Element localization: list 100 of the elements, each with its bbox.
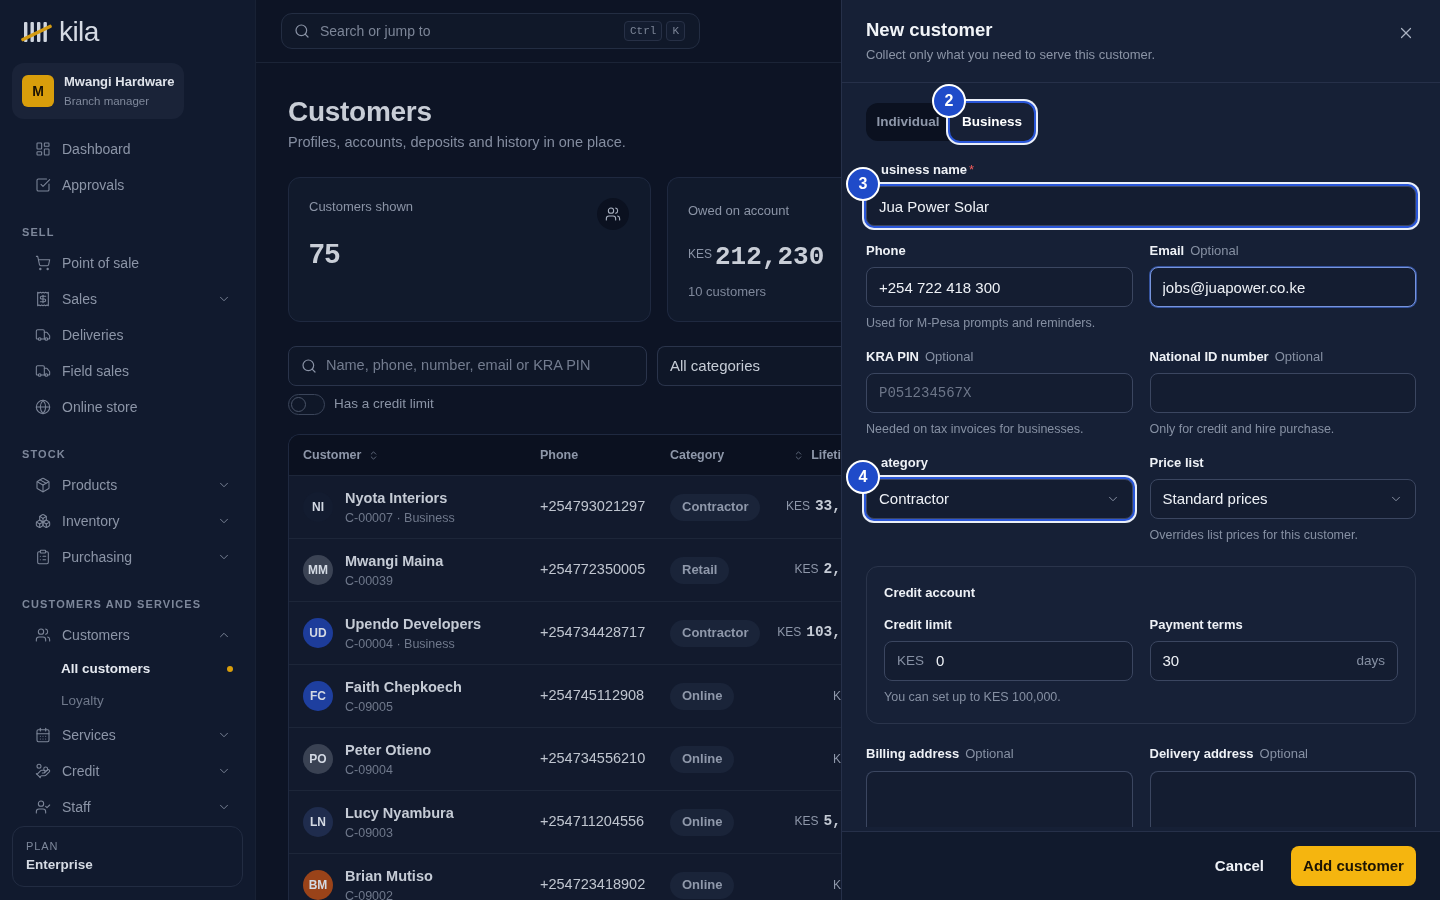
toggle-switch[interactable]	[288, 394, 325, 415]
text-input[interactable]: Jua Power Solar	[866, 186, 1416, 226]
text-input[interactable]: +254 722 418 300	[866, 267, 1133, 307]
search-bar[interactable]: Search or jump to Ctrl K	[281, 13, 700, 49]
add-customer-button[interactable]: Add customer	[1291, 846, 1416, 886]
clipboard-icon	[35, 549, 51, 565]
nav-item[interactable]: Deliveries	[12, 317, 243, 353]
avatar: PO	[303, 744, 333, 774]
credit-limit-field[interactable]: KES 0	[884, 641, 1133, 681]
stat-label: Owed on account	[688, 203, 790, 218]
nav-item[interactable]: Products	[12, 467, 243, 503]
logo-mark-icon	[21, 20, 52, 44]
nav-item[interactable]: Dashboard	[12, 131, 243, 167]
nav-item[interactable]: Field sales	[12, 353, 243, 389]
shortcut-key: K	[666, 21, 685, 41]
field-label: Price list	[1149, 454, 1204, 472]
customer-name: Nyota Interiors	[345, 488, 449, 508]
nav-item[interactable]: Credit	[12, 753, 243, 789]
select-field[interactable]: Standard prices	[1149, 479, 1416, 519]
category-tag: Contractor	[670, 619, 761, 647]
table-cell-text: +254734556210	[540, 749, 646, 769]
nav-item[interactable]: Customers	[12, 617, 243, 653]
table-row[interactable]: LN Lucy Nyambura C-09003 +254711204556 Online KES 5,	[289, 791, 841, 854]
customer-id: C-09005	[345, 698, 394, 716]
field-hint: Used for M-Pesa prompts and reminders.	[866, 315, 1097, 332]
customer-name: Upendo Developers	[345, 614, 482, 634]
amount-cell-text: KES 103,	[777, 623, 841, 643]
step-badge: 3	[846, 167, 880, 201]
table-row[interactable]: UD Upendo Developers C-00004 · Business +254734428717 Contractor KES 103,	[289, 602, 841, 665]
nav-item[interactable]: Approvals	[12, 167, 243, 203]
field-label: Credit limit	[884, 616, 952, 634]
category-tag: Online	[670, 682, 735, 710]
globe-icon	[35, 399, 51, 415]
category-dropdown[interactable]: All categories	[657, 346, 841, 386]
customer-name: Faith Chepkoech	[345, 677, 462, 697]
account-name: Mwangi Hardware	[64, 73, 175, 91]
optional-note: Optional	[1274, 348, 1324, 366]
nav-item[interactable]: Sales	[12, 281, 243, 317]
customer-id: C-09004	[345, 761, 394, 779]
customer-id: C-09003	[345, 824, 394, 842]
table-row[interactable]: BM Brian Mutiso C-09002 +254723418902 Online K	[289, 854, 841, 900]
text-input[interactable]	[1149, 373, 1416, 413]
amount-cell-text: K	[833, 688, 841, 705]
nav-item[interactable]: Purchasing	[12, 539, 243, 575]
user-check-icon	[35, 799, 51, 815]
text-input[interactable]: jobs@juapower.co.ke	[1149, 267, 1416, 307]
field-hint: Overrides list prices for this customer.	[1149, 527, 1359, 544]
payment-terms-input[interactable]: 30	[1162, 649, 1345, 673]
nav-subitem[interactable]: Loyalty	[12, 685, 243, 717]
unit-suffix: days	[1356, 651, 1385, 670]
payment-terms-field[interactable]: 30 days	[1149, 641, 1398, 681]
table-row[interactable]: NI Nyota Interiors C-00007 · Business +254793021297 Contractor KES 33,	[289, 476, 841, 539]
stat-label: Customers shown	[309, 198, 414, 216]
address-field[interactable]	[866, 771, 1133, 827]
dashboard-grid-icon	[35, 141, 51, 157]
nav-item[interactable]: Services	[12, 717, 243, 753]
plan-name: Enterprise	[26, 856, 94, 874]
section-heading: STOCK	[21, 447, 67, 462]
truck-icon	[35, 327, 51, 343]
field-hint: You can set up to KES 100,000.	[884, 689, 1062, 706]
table-cell-text: +254772350005	[540, 560, 646, 580]
column-header: Customer	[303, 447, 362, 463]
nav-item[interactable]: Online store	[12, 389, 243, 425]
customer-id: C-00004 · Business	[345, 635, 456, 653]
field-label: KRA PIN	[866, 348, 919, 366]
avatar: UD	[303, 618, 333, 648]
users-icon	[597, 198, 629, 230]
nav-subitem[interactable]: All customers	[12, 653, 243, 685]
nav-item[interactable]: Staff	[12, 789, 243, 825]
optional-note: Optional	[1190, 242, 1239, 260]
nav-item[interactable]: Point of sale	[12, 245, 243, 281]
field-label: Payment terms	[1149, 616, 1243, 634]
toggle-label: Has a credit limit	[334, 395, 434, 414]
field-hint: Needed on tax invoices for businesses.	[866, 421, 1085, 438]
field-label: Billing address	[866, 745, 960, 763]
shortcut-key: Ctrl	[624, 21, 663, 41]
users-icon	[35, 627, 51, 643]
filter-search-bar[interactable]: Name, phone, number, email or KRA PIN	[288, 346, 647, 386]
customer-name: Mwangi Maina	[345, 551, 444, 571]
nav-item[interactable]: Inventory	[12, 503, 243, 539]
optional-note: Optional	[1259, 745, 1308, 763]
drawer-subtitle: Collect only what you need to serve this customer.	[866, 46, 1156, 64]
cancel-button[interactable]: Cancel	[1212, 846, 1266, 886]
column-header: Category	[670, 447, 725, 463]
address-field[interactable]	[1149, 771, 1416, 827]
table-row[interactable]: MM Mwangi Maina C-00039 +254772350005 Retail KES 2,	[289, 539, 841, 602]
field-label: National ID number	[1149, 348, 1269, 366]
boxes-icon	[35, 513, 51, 529]
table-row[interactable]: PO Peter Otieno C-09004 +254734556210 Online K	[289, 728, 841, 791]
stat-value: 75	[309, 237, 341, 271]
table-row[interactable]: FC Faith Chepkoech C-09005 +254745112908 Online K	[289, 665, 841, 728]
search-input[interactable]: Search or jump to	[320, 20, 614, 42]
text-input[interactable]: P051234567X	[866, 373, 1133, 413]
search-icon	[301, 358, 317, 374]
customer-name: Peter Otieno	[345, 740, 432, 760]
customer-id: C-00007 · Business	[345, 509, 455, 527]
credit-limit-input[interactable]: 0	[936, 649, 1120, 673]
filter-search-input[interactable]: Name, phone, number, email or KRA PIN	[326, 355, 634, 377]
optional-note: Optional	[965, 745, 1014, 763]
column-header: Phone	[540, 447, 579, 463]
